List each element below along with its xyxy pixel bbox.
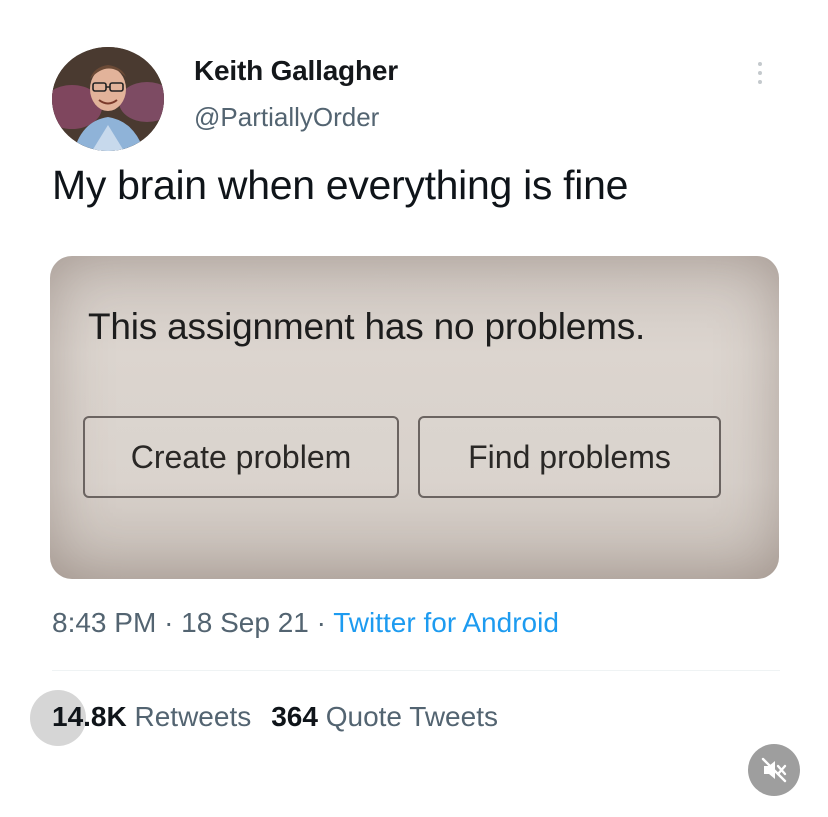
user-handle[interactable]: @PartiallyOrder (194, 102, 379, 133)
media-find-problems-button: Find problems (418, 416, 721, 498)
retweets-count: 14.8K (52, 701, 127, 732)
mute-icon (761, 757, 787, 783)
tweet-media-image[interactable]: This assignment has no problems. Create … (50, 256, 779, 579)
meta-separator: · (316, 607, 326, 638)
media-message: This assignment has no problems. (88, 306, 646, 347)
media-create-problem-button: Create problem (83, 416, 399, 498)
tweet-date: 18 Sep 21 (181, 607, 309, 638)
tweet-text: My brain when everything is fine (52, 162, 629, 208)
display-name[interactable]: Keith Gallagher (194, 55, 398, 87)
avatar-photo (52, 47, 164, 151)
tweet-time: 8:43 PM (52, 607, 157, 638)
tweet-stats: 14.8K Retweets 364 Quote Tweets (52, 701, 498, 733)
retweets-stat[interactable]: 14.8K Retweets (52, 701, 251, 732)
tweet-screen: Keith Gallagher @PartiallyOrder My brain… (0, 0, 828, 817)
quotes-stat[interactable]: 364 Quote Tweets (271, 701, 498, 732)
retweets-label: Retweets (134, 701, 252, 732)
more-vertical-icon[interactable] (748, 58, 772, 88)
avatar[interactable] (52, 47, 164, 151)
quotes-count: 364 (271, 701, 318, 732)
tweet-meta: 8:43 PM · 18 Sep 21 · Twitter for Androi… (52, 607, 559, 639)
mute-button[interactable] (748, 744, 800, 796)
quotes-label: Quote Tweets (325, 701, 498, 732)
meta-separator: · (164, 607, 174, 638)
divider (52, 670, 780, 671)
tweet-source-link[interactable]: Twitter for Android (333, 607, 559, 638)
